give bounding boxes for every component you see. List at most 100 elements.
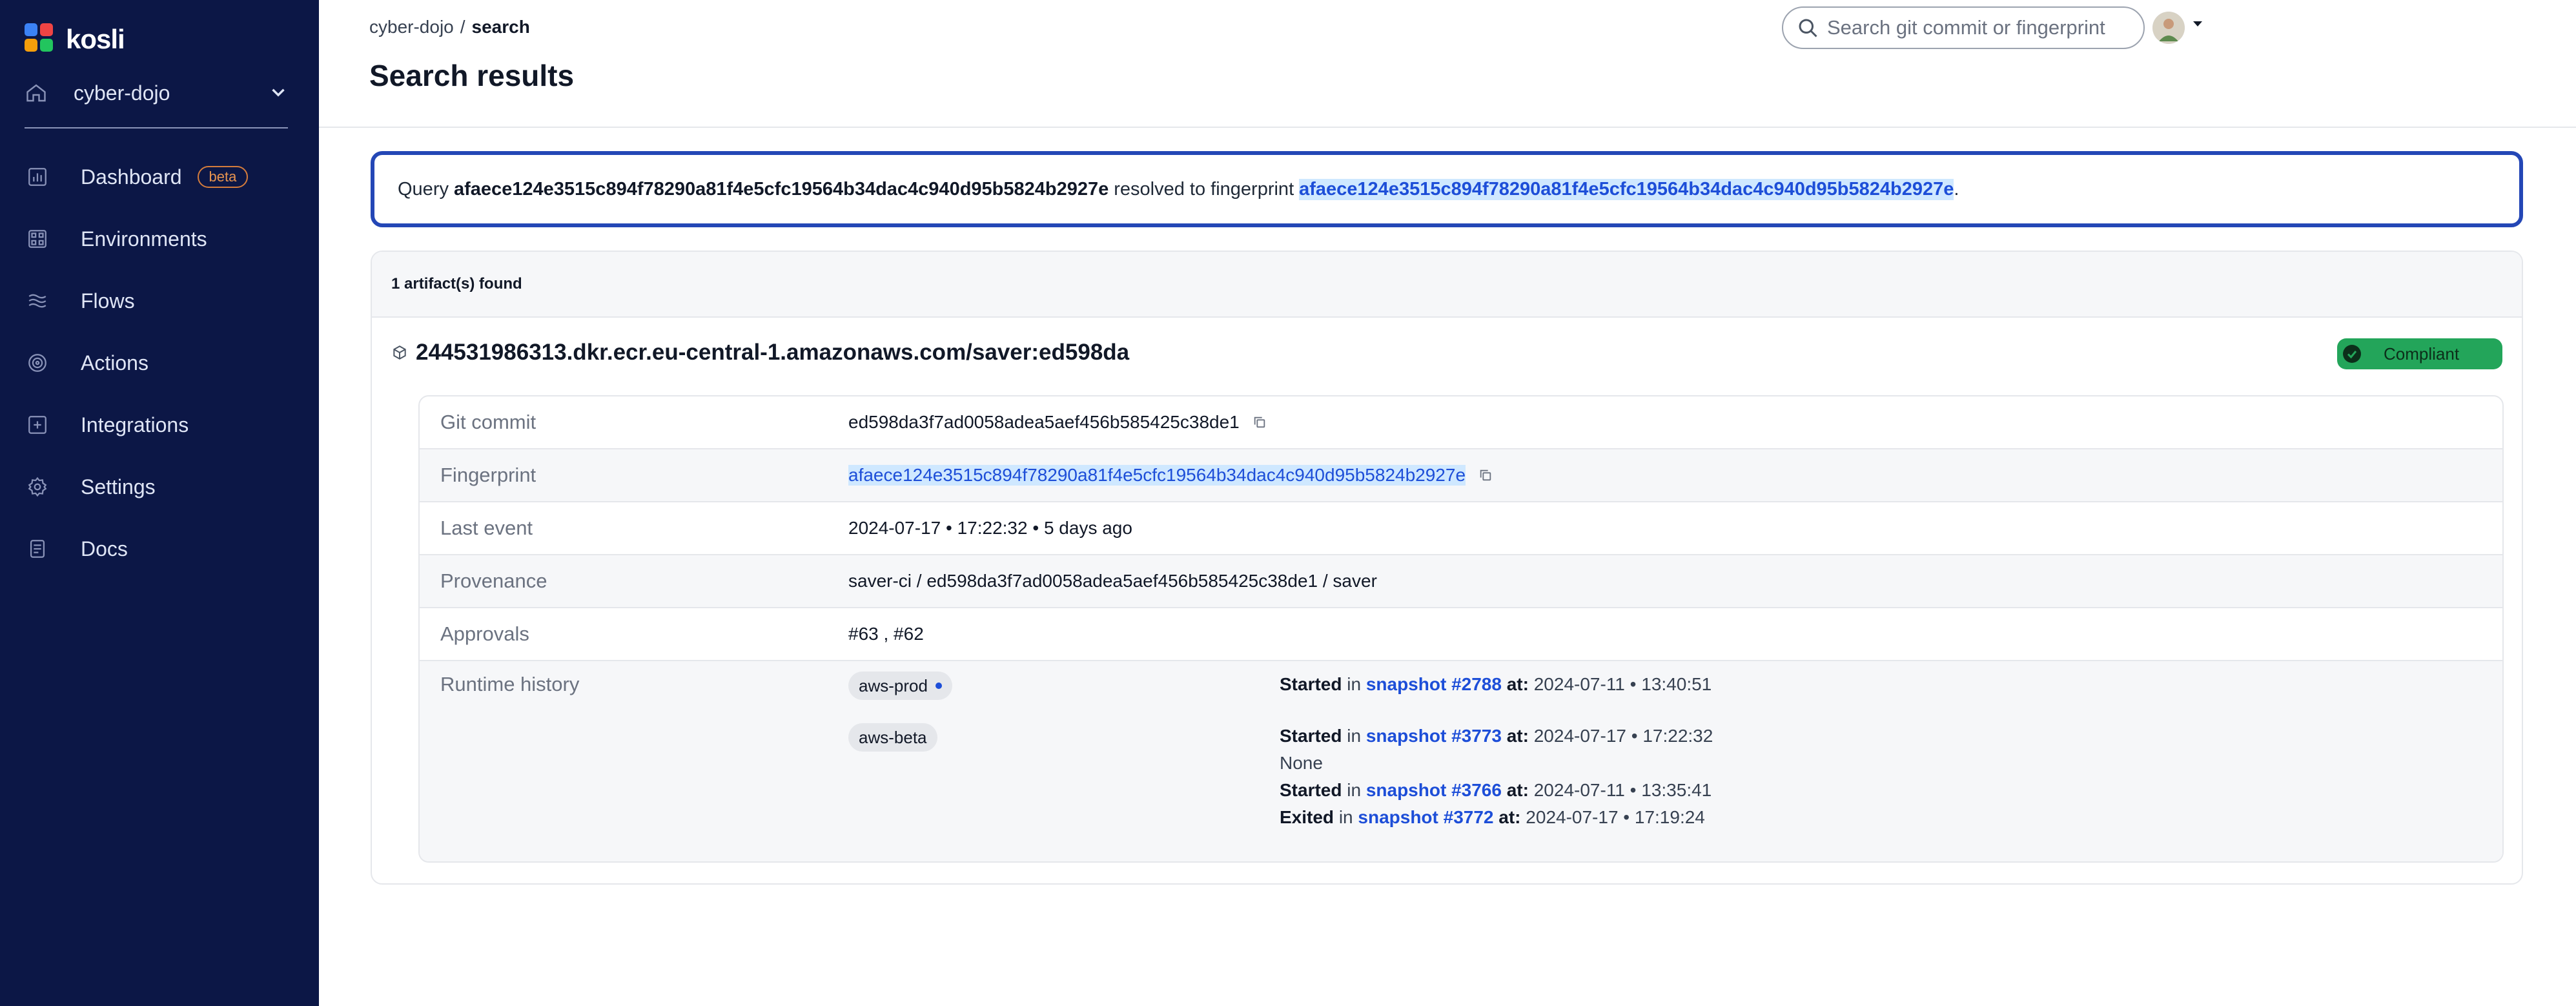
check-circle-icon	[2343, 345, 2361, 363]
query-prefix: Query	[398, 178, 449, 200]
runtime-event: Exited in snapshot #3772 at: 2024-07-17 …	[1280, 807, 1705, 828]
event-at: at:	[1498, 807, 1521, 827]
kosli-logo[interactable]: kosli	[25, 23, 125, 56]
event-at: at:	[1506, 780, 1529, 800]
org-selector[interactable]: cyber-dojo	[25, 75, 289, 111]
runtime-event: Started in snapshot #3766 at: 2024-07-11…	[1280, 780, 1712, 801]
breadcrumb-org[interactable]: cyber-dojo	[369, 17, 454, 37]
snapshot-link[interactable]: snapshot #2788	[1366, 674, 1502, 694]
sidebar-item-label: Docs	[81, 537, 128, 560]
sidebar-item-label: Actions	[81, 351, 148, 375]
sidebar-item-docs[interactable]: Docs	[25, 518, 296, 580]
detail-row-runtime-history: Runtime history aws-prod Started in snap…	[420, 661, 2502, 861]
event-action: Started	[1280, 780, 1342, 800]
sidebar-divider	[25, 127, 288, 128]
detail-value: afaece124e3515c894f78290a81f4e5cfc19564b…	[848, 465, 1493, 486]
detail-row-git-commit: Git commit ed598da3f7ad0058adea5aef456b5…	[420, 396, 2502, 449]
sidebar-item-environments[interactable]: Environments	[25, 208, 296, 270]
copy-icon[interactable]	[1252, 415, 1267, 429]
detail-row-fingerprint: Fingerprint afaece124e3515c894f78290a81f…	[420, 449, 2502, 502]
breadcrumb: cyber-dojo / search	[369, 17, 530, 37]
query-suffix: .	[1954, 178, 1959, 200]
event-action: Started	[1280, 726, 1342, 746]
sidebar-item-flows[interactable]: Flows	[25, 270, 296, 332]
snapshot-link[interactable]: snapshot #3772	[1358, 807, 1493, 827]
provenance-value[interactable]: saver-ci / ed598da3f7ad0058adea5aef456b5…	[848, 571, 1377, 591]
results-count: 1 artifact(s) found	[372, 252, 2522, 318]
compliance-status-badge: Compliant	[2337, 338, 2502, 369]
detail-value: ed598da3f7ad0058adea5aef456b585425c38de1	[848, 412, 1267, 433]
runtime-event: Started in snapshot #3773 at: 2024-07-17…	[1280, 726, 1713, 746]
last-event-value: 2024-07-17 • 17:22:32 • 5 days ago	[848, 518, 1132, 538]
copy-icon[interactable]	[1478, 468, 1493, 482]
sidebar-item-label: Integrations	[81, 413, 189, 436]
resolved-fingerprint-link[interactable]: afaece124e3515c894f78290a81f4e5cfc19564b…	[1299, 178, 1954, 200]
detail-label: Last event	[440, 517, 533, 539]
artifact-header: 244531986313.dkr.ecr.eu-central-1.amazon…	[391, 340, 1129, 365]
gear-icon	[25, 474, 50, 500]
waves-icon	[25, 288, 50, 314]
snapshot-link[interactable]: snapshot #3773	[1366, 726, 1502, 746]
detail-row-approvals: Approvals #63 , #62	[420, 608, 2502, 661]
beta-badge: beta	[197, 166, 249, 188]
detail-row-provenance: Provenance saver-ci / ed598da3f7ad0058ad…	[420, 555, 2502, 608]
env-pill-aws-prod[interactable]: aws-prod	[848, 672, 952, 700]
kosli-logo-icon	[25, 23, 57, 56]
detail-label: Git commit	[440, 411, 537, 433]
runtime-note: None	[1280, 753, 1323, 773]
search-box[interactable]	[1782, 6, 2145, 49]
query-resolution-banner: Query afaece124e3515c894f78290a81f4e5cfc…	[371, 151, 2523, 227]
fingerprint-value: afaece124e3515c894f78290a81f4e5cfc19564b…	[848, 465, 1466, 486]
artifact-details-table: Git commit ed598da3f7ad0058adea5aef456b5…	[418, 395, 2504, 863]
event-in: in	[1347, 780, 1362, 800]
grid-icon	[25, 226, 50, 252]
page-title: Search results	[369, 59, 575, 92]
page-header: cyber-dojo / search Search results	[319, 0, 2576, 128]
event-time: 2024-07-17 • 17:22:32	[1533, 726, 1713, 746]
sidebar: kosli cyber-dojo Dashboard beta Environm…	[0, 0, 319, 1006]
caret-down-icon[interactable]	[2191, 19, 2204, 28]
detail-label: Fingerprint	[440, 464, 537, 486]
event-time: 2024-07-11 • 13:40:51	[1533, 674, 1712, 694]
bar-chart-icon	[25, 164, 50, 190]
detail-label: Provenance	[440, 570, 547, 592]
status-label: Compliant	[2384, 344, 2460, 364]
sidebar-item-integrations[interactable]: Integrations	[25, 394, 296, 456]
results-card: 1 artifact(s) found 244531986313.dkr.ecr…	[371, 251, 2523, 885]
home-icon	[26, 84, 46, 102]
search-input[interactable]	[1827, 16, 2131, 39]
runtime-event: Started in snapshot #2788 at: 2024-07-11…	[1280, 674, 1712, 695]
sidebar-item-actions[interactable]: Actions	[25, 332, 296, 394]
running-dot-icon	[935, 683, 942, 689]
event-time: 2024-07-17 • 17:19:24	[1526, 807, 1705, 827]
event-in: in	[1347, 726, 1362, 746]
env-pill-aws-beta[interactable]: aws-beta	[848, 723, 937, 752]
breadcrumb-separator: /	[460, 17, 465, 37]
document-icon	[25, 536, 50, 562]
sidebar-item-label: Environments	[81, 227, 207, 251]
search-icon	[1799, 19, 1817, 37]
query-value: afaece124e3515c894f78290a81f4e5cfc19564b…	[453, 178, 1109, 200]
query-middle-text: resolved to fingerprint	[1114, 178, 1294, 200]
sidebar-nav: Dashboard beta Environments Flows Action…	[25, 146, 296, 580]
detail-label: Runtime history	[440, 673, 580, 695]
event-at: at:	[1506, 726, 1529, 746]
sidebar-item-settings[interactable]: Settings	[25, 456, 296, 518]
event-action: Exited	[1280, 807, 1334, 827]
sidebar-item-dashboard[interactable]: Dashboard beta	[25, 146, 296, 208]
event-time: 2024-07-11 • 13:35:41	[1533, 780, 1712, 800]
package-icon	[393, 345, 406, 360]
event-in: in	[1338, 807, 1353, 827]
target-icon	[25, 350, 50, 376]
approvals-value[interactable]: #63 , #62	[848, 624, 924, 644]
snapshot-link[interactable]: snapshot #3766	[1366, 780, 1502, 800]
plus-square-icon	[25, 412, 50, 438]
chevron-down-icon	[272, 88, 285, 97]
detail-row-last-event: Last event 2024-07-17 • 17:22:32 • 5 day…	[420, 502, 2502, 555]
avatar[interactable]	[2152, 12, 2185, 44]
detail-label: Approvals	[440, 622, 529, 645]
event-action: Started	[1280, 674, 1342, 694]
artifact-name[interactable]: 244531986313.dkr.ecr.eu-central-1.amazon…	[416, 340, 1129, 365]
event-at: at:	[1506, 674, 1529, 694]
git-commit-value: ed598da3f7ad0058adea5aef456b585425c38de1	[848, 412, 1240, 432]
